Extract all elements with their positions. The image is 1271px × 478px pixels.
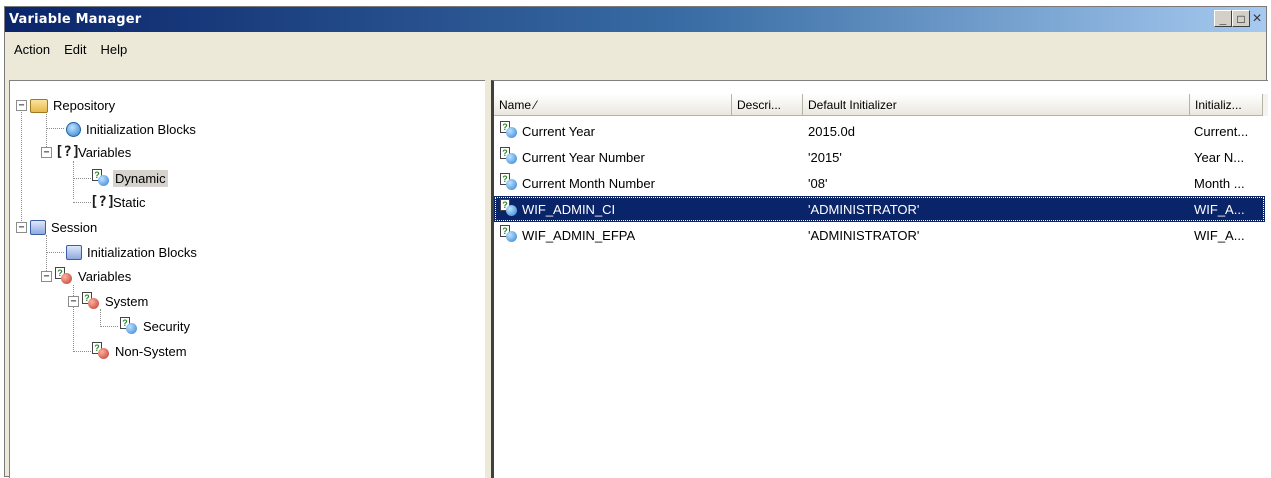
init-block-icon bbox=[66, 244, 82, 260]
variable-manager-window: Variable Manager _ □ × Action Edit Help … bbox=[4, 6, 1268, 478]
init-block-icon bbox=[66, 121, 81, 137]
row-name: Current Year bbox=[522, 123, 595, 139]
dynamic-variable-icon: ? bbox=[500, 173, 520, 193]
dynamic-variable-icon: ? bbox=[500, 225, 520, 245]
non-system-variable-icon: ? bbox=[92, 342, 110, 360]
tree-item-system[interactable]: ? System bbox=[82, 290, 150, 312]
session-expander[interactable]: − bbox=[16, 222, 27, 233]
security-variable-icon: ? bbox=[120, 317, 138, 335]
row-name: Current Month Number bbox=[522, 175, 655, 191]
menu-action[interactable]: Action bbox=[11, 40, 53, 59]
static-variable-icon: [?] bbox=[90, 194, 116, 210]
tree-item-dynamic[interactable]: ? Dynamic bbox=[92, 167, 168, 189]
table-row[interactable]: ? WIF_ADMIN_EFPA 'ADMINISTRATOR' WIF_A..… bbox=[494, 222, 1265, 248]
row-default-initializer: 2015.0d bbox=[808, 123, 855, 139]
folder-icon bbox=[30, 99, 48, 113]
tree-item-session-init-blocks[interactable]: Initialization Blocks bbox=[66, 241, 199, 263]
tree-label: Security bbox=[143, 318, 190, 334]
row-initializer: WIF_A... bbox=[1194, 227, 1245, 243]
dynamic-variable-icon: ? bbox=[92, 169, 110, 187]
dynamic-variable-icon: ? bbox=[500, 121, 520, 141]
tree-item-repo-init-blocks[interactable]: Initialization Blocks bbox=[66, 118, 198, 140]
tree-item-repo-variables[interactable]: [?] Variables bbox=[55, 141, 133, 163]
repo-variables-expander[interactable]: − bbox=[41, 147, 52, 158]
menu-bar: Action Edit Help bbox=[5, 37, 130, 61]
column-header-initializer[interactable]: Initializ... bbox=[1190, 94, 1263, 116]
session-variables-expander[interactable]: − bbox=[41, 271, 52, 282]
menu-help[interactable]: Help bbox=[98, 40, 131, 59]
column-header-description[interactable]: Descri... bbox=[732, 94, 803, 116]
tree-label: Dynamic bbox=[113, 169, 168, 187]
close-button[interactable]: × bbox=[1250, 10, 1264, 27]
tree-label: Non-System bbox=[115, 343, 187, 359]
tree-item-session-variables[interactable]: ? Variables bbox=[55, 265, 133, 287]
tree-pane: − Repository Initialization Blocks − [?]… bbox=[9, 80, 485, 478]
table-row[interactable]: ? Current Month Number '08' Month ... bbox=[494, 170, 1265, 196]
tree-label: Variables bbox=[78, 144, 132, 160]
window-title: Variable Manager bbox=[9, 12, 142, 27]
tree-label: Variables bbox=[78, 268, 132, 284]
system-expander[interactable]: − bbox=[68, 296, 79, 307]
row-name: Current Year Number bbox=[522, 149, 645, 165]
session-variable-icon: ? bbox=[55, 267, 73, 285]
tree-label: Repository bbox=[53, 97, 116, 113]
tree-item-repository[interactable]: Repository bbox=[30, 94, 117, 116]
table-row[interactable]: ? Current Year Number '2015' Year N... bbox=[494, 144, 1265, 170]
row-name: WIF_ADMIN_EFPA bbox=[522, 227, 636, 243]
row-default-initializer: '08' bbox=[808, 175, 828, 191]
maximize-button[interactable]: □ bbox=[1232, 10, 1250, 27]
row-default-initializer: 'ADMINISTRATOR' bbox=[808, 227, 920, 243]
window-controls: _ □ × bbox=[1214, 10, 1264, 27]
table-row[interactable]: ? Current Year 2015.0d Current... bbox=[494, 118, 1265, 144]
repository-expander[interactable]: − bbox=[16, 100, 27, 111]
row-initializer: WIF_A... bbox=[1194, 201, 1245, 217]
menu-edit[interactable]: Edit bbox=[61, 40, 89, 59]
row-name: WIF_ADMIN_CI bbox=[522, 201, 616, 217]
tree-label: Initialization Blocks bbox=[86, 121, 196, 137]
title-bar[interactable]: Variable Manager _ □ × bbox=[5, 7, 1266, 32]
row-initializer: Year N... bbox=[1194, 149, 1245, 165]
row-initializer: Current... bbox=[1194, 123, 1249, 139]
tree-label: Session bbox=[51, 219, 98, 235]
minimize-button[interactable]: _ bbox=[1214, 10, 1232, 27]
row-default-initializer: '2015' bbox=[808, 149, 842, 165]
variable-icon: [?] bbox=[55, 144, 81, 160]
tree-item-session[interactable]: Session bbox=[30, 216, 99, 238]
row-default-initializer: 'ADMINISTRATOR' bbox=[808, 201, 920, 217]
tree-item-static[interactable]: [?] Static bbox=[90, 191, 148, 213]
tree-label: Static bbox=[113, 194, 146, 210]
dynamic-variable-icon: ? bbox=[500, 147, 520, 167]
session-icon bbox=[30, 219, 46, 235]
tree-item-non-system[interactable]: ? Non-System bbox=[92, 340, 189, 362]
column-header-name[interactable]: Name ⁄ bbox=[494, 94, 732, 116]
variables-list-pane: Name ⁄ Descri... Default Initializer Ini… bbox=[491, 80, 1268, 478]
tree-item-security[interactable]: ? Security bbox=[120, 315, 192, 337]
table-row-selected[interactable]: ? WIF_ADMIN_CI 'ADMINISTRATOR' WIF_A... bbox=[494, 196, 1265, 222]
row-initializer: Month ... bbox=[1194, 175, 1245, 191]
column-header-default-initializer[interactable]: Default Initializer bbox=[803, 94, 1190, 116]
system-variable-icon: ? bbox=[82, 292, 100, 310]
dynamic-variable-icon: ? bbox=[500, 199, 520, 219]
list-header: Name ⁄ Descri... Default Initializer Ini… bbox=[494, 94, 1268, 116]
tree-label: System bbox=[105, 293, 149, 309]
tree-label: Initialization Blocks bbox=[87, 244, 197, 260]
